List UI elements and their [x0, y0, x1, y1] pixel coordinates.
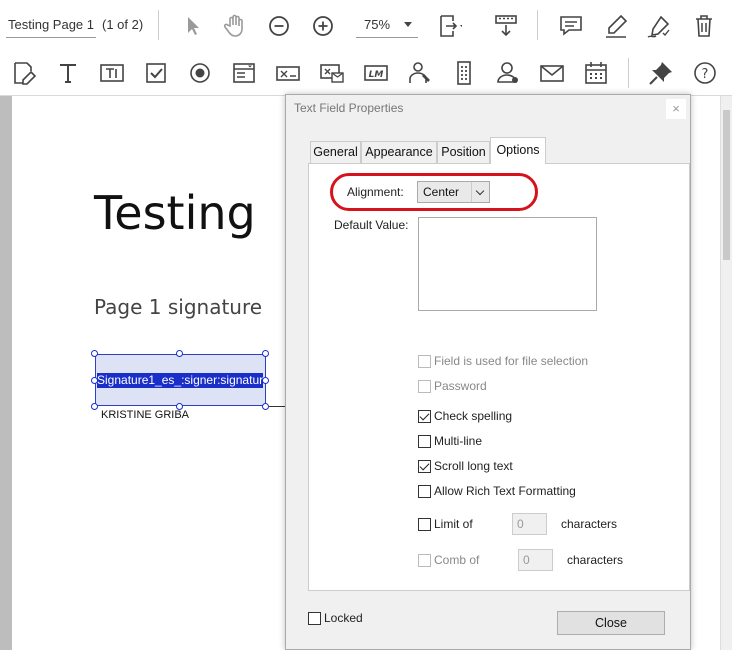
default-value-input[interactable]: [418, 217, 597, 311]
signature-field-name[interactable]: Signature1_es_:signer:signature: [97, 373, 263, 388]
limit-unit-label: characters: [561, 517, 618, 531]
signer-name: KRISTINE GRIBA: [101, 409, 190, 421]
radio-tool-icon[interactable]: [187, 60, 213, 86]
scrollbar-thumb[interactable]: [723, 110, 730, 260]
dropdown-tool-icon[interactable]: [275, 60, 301, 86]
toolbar-divider: [628, 58, 629, 88]
checkbox-tool-icon[interactable]: [143, 60, 169, 86]
password-label: Password: [434, 379, 487, 393]
help-icon[interactable]: ?: [692, 60, 718, 86]
delete-icon[interactable]: [691, 13, 717, 39]
rich-text-checkbox[interactable]: [418, 485, 431, 498]
document-title: Testing: [94, 186, 256, 240]
list-box-icon[interactable]: [231, 60, 257, 86]
password-checkbox[interactable]: [418, 380, 431, 393]
zoom-in-icon[interactable]: [310, 13, 336, 39]
multi-line-label: Multi-line: [434, 434, 483, 448]
default-value-label: Default Value:: [334, 218, 409, 232]
image-field-icon[interactable]: [319, 60, 345, 86]
dialog-title: Text Field Properties: [294, 101, 404, 115]
multi-line-checkbox[interactable]: [418, 435, 431, 448]
resize-handle[interactable]: [91, 377, 98, 384]
zoom-dropdown[interactable]: 75%: [356, 12, 418, 38]
email-icon[interactable]: [539, 60, 565, 86]
chevron-down-icon: [404, 22, 412, 27]
comb-unit-label: characters: [567, 553, 624, 567]
phone-icon[interactable]: [451, 60, 477, 86]
page-count: (1 of 2): [102, 17, 144, 32]
person-icon[interactable]: [495, 60, 521, 86]
text-tool-icon[interactable]: [55, 60, 81, 86]
file-selection-label: Field is used for file selection: [434, 354, 589, 368]
resize-handle[interactable]: [176, 350, 183, 357]
forms-toolbar: LM ?: [0, 50, 732, 96]
fit-page-icon[interactable]: [436, 13, 462, 39]
scroll-long-text-checkbox[interactable]: [418, 460, 431, 473]
document-subtitle: Page 1 signature: [94, 295, 263, 319]
sign-icon[interactable]: [646, 13, 672, 39]
toolbar-divider: [158, 10, 159, 40]
resize-handle[interactable]: [91, 403, 98, 410]
comb-of-input[interactable]: 0: [518, 549, 553, 571]
tab-appearance[interactable]: Appearance: [361, 141, 437, 163]
text-field-icon[interactable]: [99, 60, 125, 86]
page-name-box[interactable]: Testing Page 1: [6, 12, 96, 38]
locked-checkbox[interactable]: [308, 612, 321, 625]
tab-general[interactable]: General: [310, 141, 361, 163]
hand-icon[interactable]: [222, 13, 248, 39]
edit-form-icon[interactable]: [11, 60, 37, 86]
resize-handle[interactable]: [262, 377, 269, 384]
limit-of-label: Limit of: [434, 517, 473, 531]
close-icon[interactable]: ×: [666, 99, 686, 119]
logo-field-icon[interactable]: LM: [363, 60, 389, 86]
close-button[interactable]: Close: [557, 611, 665, 635]
top-toolbar: Testing Page 1 (1 of 2) 75%: [0, 0, 732, 50]
resize-handle[interactable]: [262, 350, 269, 357]
select-arrow-icon[interactable]: [180, 13, 206, 39]
svg-text:LM: LM: [369, 70, 384, 80]
svg-text:?: ?: [702, 67, 709, 82]
signer-icon[interactable]: [407, 60, 433, 86]
highlight-icon[interactable]: [603, 13, 629, 39]
check-spelling-label: Check spelling: [434, 409, 513, 423]
zoom-out-icon[interactable]: [266, 13, 292, 39]
comb-of-checkbox[interactable]: [418, 554, 431, 567]
resize-handle[interactable]: [262, 403, 269, 410]
file-selection-checkbox[interactable]: [418, 355, 431, 368]
rich-text-label: Allow Rich Text Formatting: [434, 484, 576, 498]
tab-position[interactable]: Position: [437, 141, 490, 163]
resize-handle[interactable]: [91, 350, 98, 357]
zoom-value: 75%: [364, 17, 391, 32]
pin-icon[interactable]: [648, 60, 674, 86]
toolbar-divider: [537, 10, 538, 40]
tab-options[interactable]: Options: [490, 137, 546, 164]
calendar-icon[interactable]: [583, 60, 609, 86]
red-annotation-circle: [330, 173, 538, 211]
scroll-mode-icon[interactable]: [493, 13, 519, 39]
signature-line: [269, 406, 285, 407]
locked-label: Locked: [324, 611, 363, 625]
scroll-long-text-label: Scroll long text: [434, 459, 513, 473]
comb-of-label: Comb of: [434, 553, 480, 567]
check-spelling-checkbox[interactable]: [418, 410, 431, 423]
comment-icon[interactable]: [558, 13, 584, 39]
limit-of-input[interactable]: 0: [512, 513, 547, 535]
limit-of-checkbox[interactable]: [418, 518, 431, 531]
text-field-properties-dialog: Text Field Properties × General Appearan…: [285, 94, 691, 650]
